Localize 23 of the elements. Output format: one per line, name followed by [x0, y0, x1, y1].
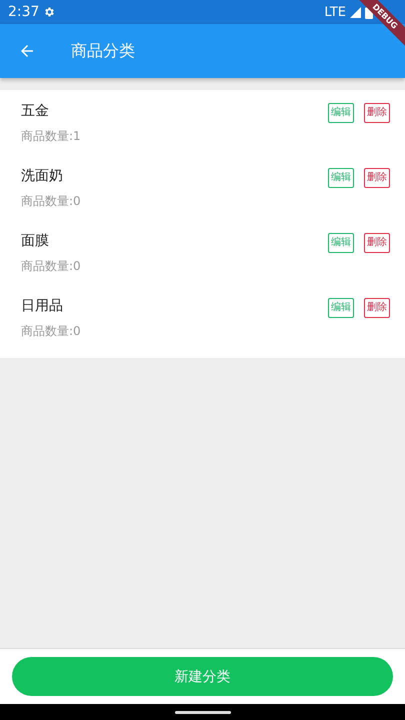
status-time: 2:37 — [8, 4, 40, 20]
category-name: 洗面奶 — [21, 167, 64, 185]
home-indicator[interactable] — [174, 710, 230, 714]
gear-icon — [43, 6, 56, 18]
signal-icon — [350, 6, 361, 18]
delete-button[interactable]: 删除 — [364, 233, 390, 253]
delete-button[interactable]: 删除 — [364, 168, 390, 188]
category-name: 面膜 — [21, 232, 50, 250]
category-name: 五金 — [21, 102, 50, 120]
product-count: 商品数量:0 — [21, 193, 82, 210]
edit-button[interactable]: 编辑 — [328, 298, 354, 318]
product-count: 商品数量:0 — [21, 258, 82, 275]
edit-button[interactable]: 编辑 — [328, 168, 354, 188]
edit-button[interactable]: 编辑 — [328, 103, 354, 123]
new-category-button[interactable]: 新建分类 — [12, 657, 393, 696]
page-title: 商品分类 — [71, 40, 135, 62]
delete-button[interactable]: 删除 — [364, 298, 390, 318]
network-label: LTE — [324, 4, 346, 20]
product-count: 商品数量:0 — [21, 323, 82, 340]
delete-button[interactable]: 删除 — [364, 103, 390, 123]
edit-button[interactable]: 编辑 — [328, 233, 354, 253]
product-count: 商品数量:1 — [21, 128, 82, 145]
category-name: 日用品 — [21, 297, 64, 315]
